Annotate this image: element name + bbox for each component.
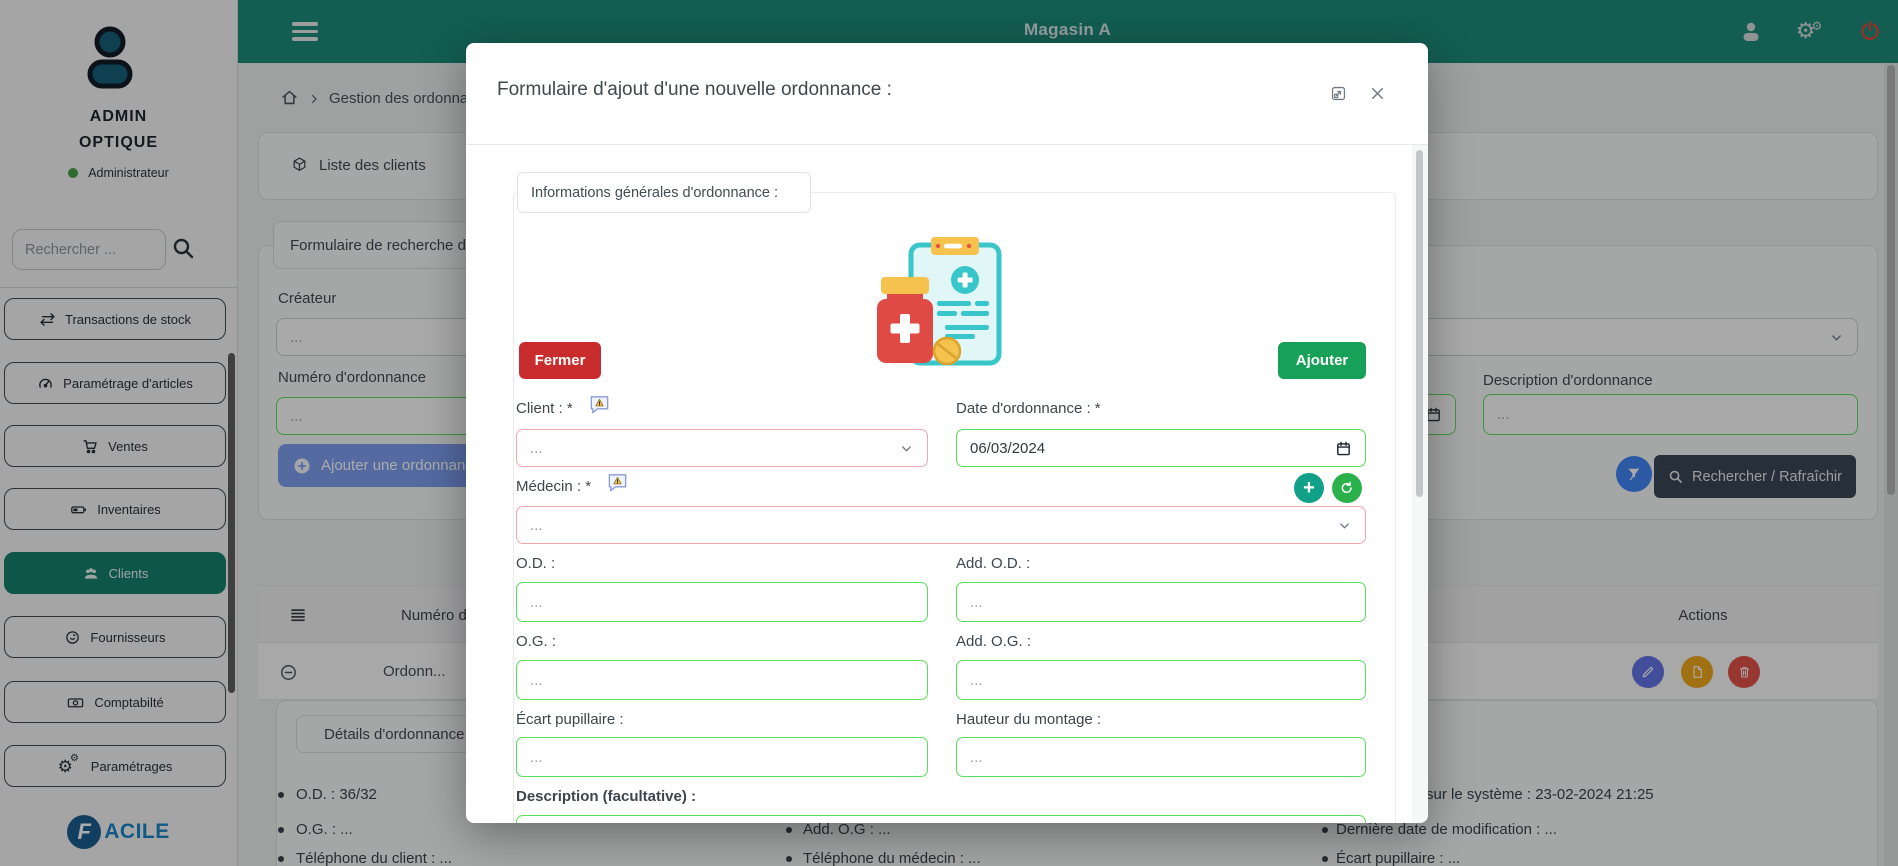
expand-modal-button[interactable] xyxy=(1328,83,1348,103)
modal-scrollbar-thumb[interactable] xyxy=(1416,150,1423,497)
hauteur-input[interactable]: ... xyxy=(956,737,1366,777)
ecart-input[interactable]: ... xyxy=(516,737,928,777)
chevron-down-icon xyxy=(899,441,914,456)
ecart-label: Écart pupillaire : xyxy=(516,711,624,728)
close-modal-button[interactable] xyxy=(1367,83,1387,103)
chevron-down-icon xyxy=(1337,518,1352,533)
add-og-input[interactable]: ... xyxy=(956,660,1366,700)
medecin-label: Médecin : * xyxy=(516,478,591,495)
od-label: O.D. : xyxy=(516,555,555,572)
modal-title: Formulaire d'ajout d'une nouvelle ordonn… xyxy=(497,79,892,101)
add-og-label: Add. O.G. : xyxy=(956,633,1031,650)
refresh-icon xyxy=(1339,480,1355,496)
expand-icon xyxy=(1329,84,1348,103)
add-ordonnance-modal: Formulaire d'ajout d'une nouvelle ordonn… xyxy=(466,43,1428,823)
fermer-button[interactable]: Fermer xyxy=(519,342,601,379)
medecin-select[interactable]: ... xyxy=(516,506,1366,544)
client-label: Client : * xyxy=(516,400,573,417)
description-label: Description (facultative) : xyxy=(516,788,696,805)
divider xyxy=(466,144,1428,145)
calendar-icon xyxy=(1335,440,1352,457)
date-ordonnance-input[interactable] xyxy=(956,429,1366,467)
hauteur-label: Hauteur du montage : xyxy=(956,711,1101,728)
alert-icon xyxy=(588,393,611,416)
ajou​ter-button[interactable]: Ajouter xyxy=(1278,342,1366,379)
add-od-input[interactable]: ... xyxy=(956,582,1366,622)
add-od-label: Add. O.D. : xyxy=(956,555,1030,572)
client-select[interactable]: ... xyxy=(516,429,928,467)
og-label: O.G. : xyxy=(516,633,556,650)
od-input[interactable]: ... xyxy=(516,582,928,622)
description-textarea[interactable] xyxy=(516,815,1366,823)
prescription-illustration xyxy=(873,235,1005,373)
close-icon xyxy=(1368,84,1387,103)
modal-tab: Informations générales d'ordonnance : xyxy=(517,172,811,213)
app-window: ADMIN OPTIQUE Administrateur Transaction… xyxy=(0,0,1898,866)
date-ordonnance-label: Date d'ordonnance : * xyxy=(956,400,1101,417)
refresh-medecin-button[interactable] xyxy=(1332,473,1362,503)
alert-icon xyxy=(606,471,629,494)
add-icon: + xyxy=(1303,478,1315,498)
add-medecin-button[interactable]: + xyxy=(1294,473,1324,503)
og-input[interactable]: ... xyxy=(516,660,928,700)
